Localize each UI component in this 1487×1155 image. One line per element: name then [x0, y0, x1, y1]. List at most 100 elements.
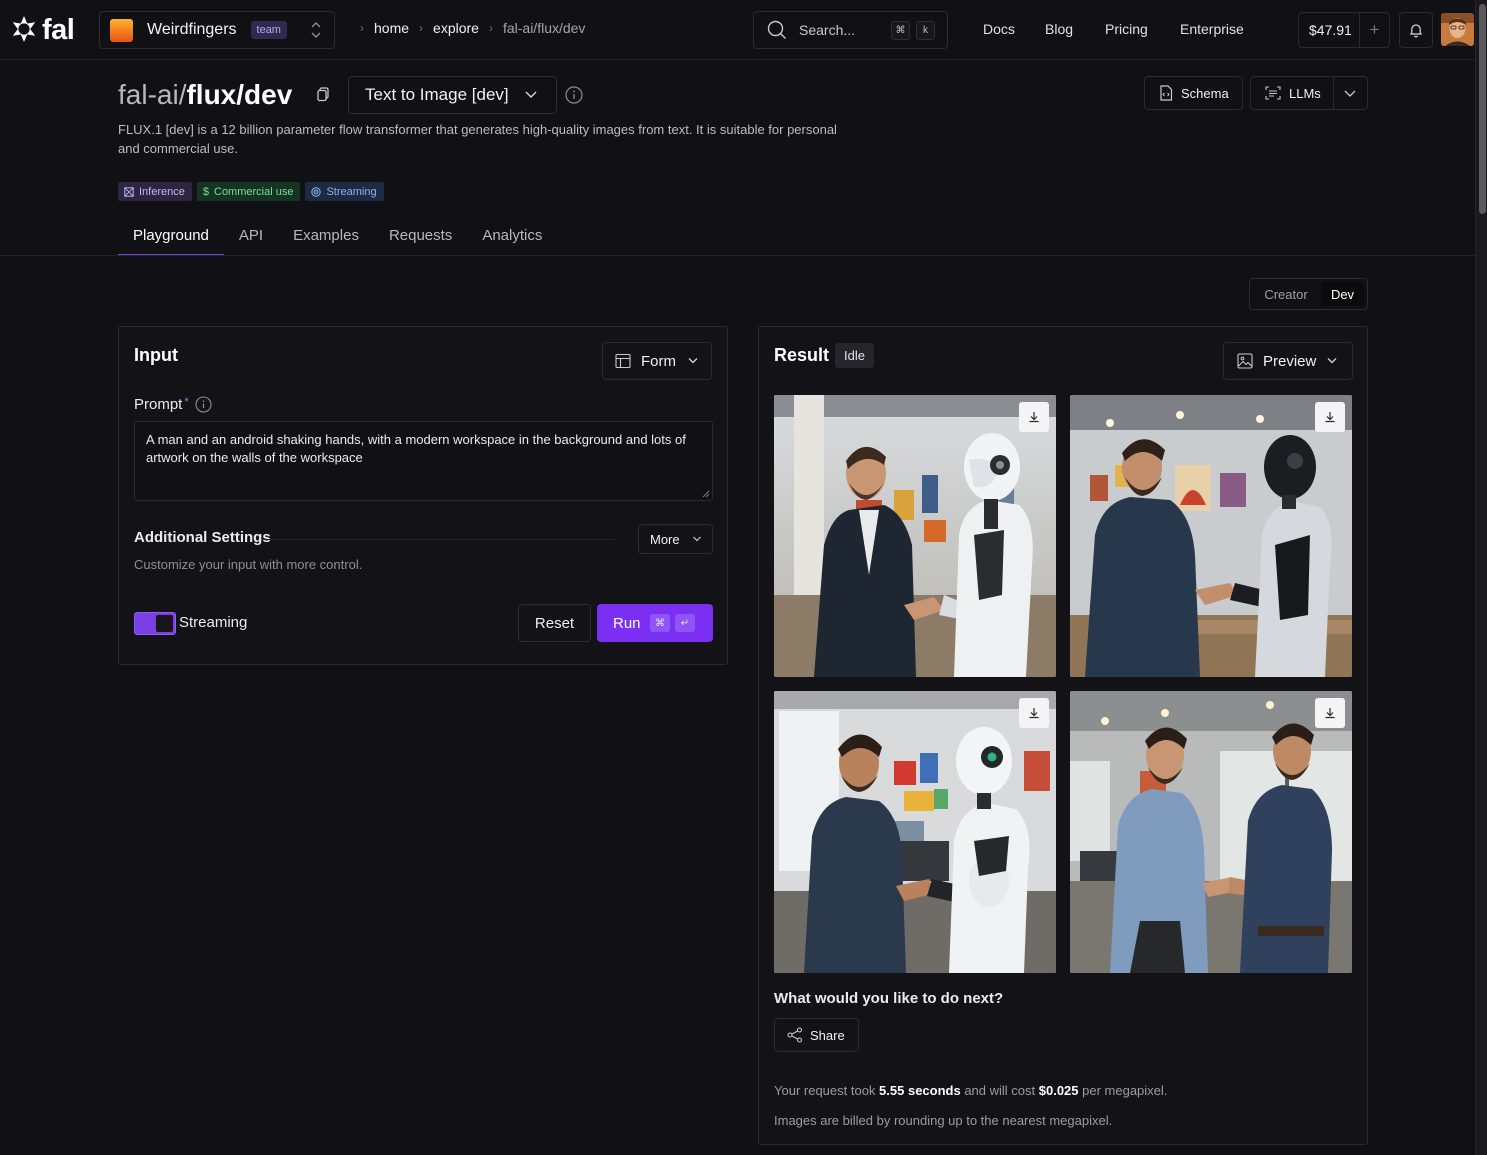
model-category-select[interactable]: Text to Image [dev] [348, 76, 557, 114]
model-owner: fal-ai/ [118, 79, 187, 110]
mode-creator-button[interactable]: Creator [1250, 287, 1322, 302]
credits-amount: $47.91 [1309, 22, 1352, 38]
result-image-1[interactable] [774, 395, 1056, 677]
search-icon [767, 20, 786, 39]
result-view-value: Preview [1263, 352, 1317, 370]
team-avatar [110, 18, 133, 42]
breadcrumb-explore[interactable]: explore [433, 20, 479, 36]
two-men-shaking-hands-image [1070, 691, 1352, 973]
mode-dev-button[interactable]: Dev [1321, 282, 1364, 306]
cost-prefix: Your request took [774, 1083, 880, 1098]
share-button[interactable]: Share [774, 1018, 859, 1052]
result-image-2[interactable] [1070, 395, 1352, 677]
credits-balance[interactable]: $47.91 + [1298, 12, 1390, 48]
tab-playground[interactable]: Playground [118, 218, 224, 256]
user-avatar[interactable] [1441, 13, 1474, 46]
required-marker: * [184, 395, 189, 408]
download-icon [1029, 412, 1039, 423]
chevron-down-icon [525, 91, 537, 98]
tag-inference: Inference [118, 182, 192, 201]
result-image-4[interactable] [1070, 691, 1352, 973]
share-label: Share [810, 1027, 845, 1043]
tag-commercial-label: Commercial use [214, 185, 294, 198]
result-view-select[interactable]: Preview [1223, 342, 1353, 380]
result-image-3[interactable] [774, 691, 1056, 973]
reset-button[interactable]: Reset [518, 604, 591, 642]
tab-requests[interactable]: Requests [374, 218, 467, 256]
additional-settings-heading: Additional Settings [134, 529, 271, 546]
input-title: Input [134, 345, 178, 365]
brand-name: fal [42, 14, 75, 46]
status-badge: Idle [835, 343, 874, 368]
model-tabs: Playground API Examples Requests Analyti… [118, 218, 557, 256]
shortcut-k-key: k [916, 21, 935, 40]
tab-examples[interactable]: Examples [278, 218, 374, 256]
nav-link-docs[interactable]: Docs [983, 21, 1015, 37]
man-shaking-hands-with-black-android-image [1070, 395, 1352, 677]
chevron-right-icon: › [488, 21, 493, 35]
chevron-right-icon: › [360, 21, 364, 35]
bell-icon [1409, 23, 1423, 37]
page-scrollbar[interactable] [1475, 0, 1487, 1155]
image-icon [1237, 353, 1253, 369]
billing-note: Images are billed by rounding up to the … [774, 1113, 1113, 1128]
prompt-textarea[interactable]: A man and an android shaking hands, with… [134, 421, 713, 501]
info-icon[interactable] [195, 396, 212, 413]
text-scan-icon [1265, 86, 1281, 100]
nav-link-pricing[interactable]: Pricing [1105, 21, 1148, 37]
tag-commercial-use: $ Commercial use [196, 182, 301, 201]
chevron-down-icon [688, 358, 698, 364]
run-shortcut-cmd: ⌘ [650, 614, 670, 632]
info-icon[interactable] [565, 86, 583, 104]
nav-link-enterprise[interactable]: Enterprise [1180, 21, 1244, 37]
add-credits-button[interactable]: + [1359, 13, 1389, 47]
more-settings-button[interactable]: More [638, 524, 713, 554]
model-description: FLUX.1 [dev] is a 12 billion parameter f… [118, 122, 837, 156]
user-avatar-image [1441, 13, 1474, 46]
team-switcher[interactable]: Weirdfingers team [99, 11, 335, 49]
toggle-knob [156, 615, 173, 632]
scrollbar-thumb[interactable] [1479, 4, 1486, 214]
tab-api[interactable]: API [224, 218, 278, 256]
resize-handle-icon[interactable] [702, 490, 710, 498]
streaming-label: Streaming [179, 614, 248, 631]
settings-hint: Customize your input with more control. [134, 557, 363, 572]
copy-icon[interactable] [315, 86, 331, 102]
tag-streaming-label: Streaming [326, 185, 377, 198]
notifications-button[interactable] [1399, 12, 1433, 48]
nav-link-blog[interactable]: Blog [1045, 21, 1073, 37]
download-button[interactable] [1315, 698, 1345, 728]
prompt-text: A man and an android shaking hands, with… [146, 432, 686, 465]
chevron-down-icon [1327, 358, 1337, 364]
tag-inference-label: Inference [139, 185, 185, 198]
download-icon [1029, 708, 1039, 719]
file-code-icon [1160, 85, 1173, 101]
schema-label: Schema [1181, 85, 1229, 101]
cost-suffix: per megapixel. [1078, 1083, 1168, 1098]
breadcrumb-home[interactable]: home [374, 20, 409, 36]
tag-streaming: Streaming [305, 182, 384, 201]
input-view-select[interactable]: Form [602, 342, 712, 380]
mode-toggle: Creator Dev [1249, 278, 1368, 310]
man-shaking-hands-with-white-robot-image [774, 691, 1056, 973]
cost-summary: Your request took 5.55 seconds and will … [774, 1083, 1167, 1098]
prompt-label: Prompt * [134, 396, 212, 413]
run-shortcut-enter: ↵ [675, 614, 695, 632]
fal-logo[interactable]: fal [10, 14, 75, 46]
button-divider [1333, 77, 1334, 109]
chevron-up-down-icon [311, 22, 321, 38]
tab-analytics[interactable]: Analytics [467, 218, 557, 256]
network-icon [124, 186, 134, 197]
chevron-down-icon[interactable] [1343, 88, 1357, 98]
breadcrumb-model[interactable]: fal-ai/flux/dev [503, 20, 585, 36]
search-input[interactable]: Search... ⌘ k [753, 11, 948, 49]
schema-button[interactable]: Schema [1144, 76, 1243, 110]
llms-button[interactable]: LLMs [1250, 76, 1368, 110]
download-button[interactable] [1019, 402, 1049, 432]
streaming-toggle[interactable] [134, 612, 176, 635]
model-tags: Inference $ Commercial use Streaming [118, 182, 384, 201]
tabs-divider [0, 255, 1475, 256]
download-button[interactable] [1019, 698, 1049, 728]
download-button[interactable] [1315, 402, 1345, 432]
run-button[interactable]: Run ⌘ ↵ [597, 604, 713, 642]
